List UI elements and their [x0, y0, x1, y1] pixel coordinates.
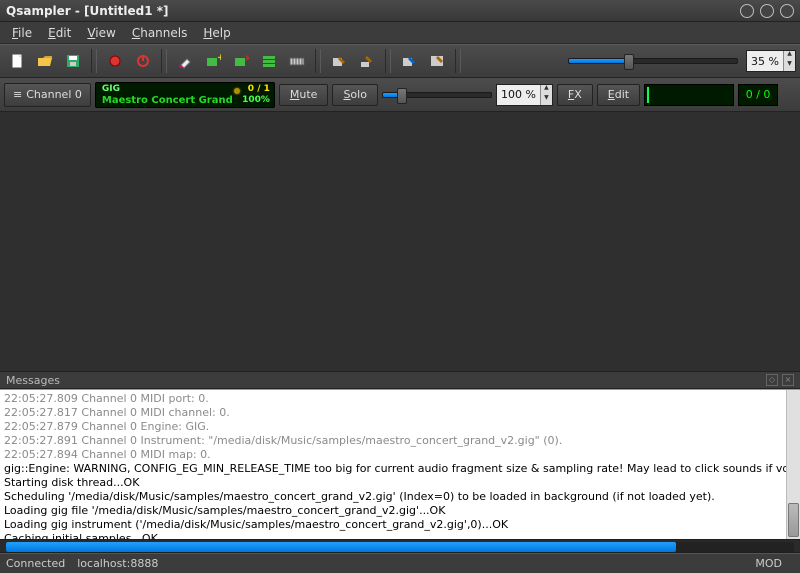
progress-area [0, 539, 800, 553]
log-line: Loading gig file '/media/disk/Music/samp… [4, 504, 796, 518]
detach-icon[interactable]: ◇ [766, 374, 778, 386]
messages-scrollbar[interactable] [786, 390, 800, 539]
status-host: localhost:8888 [77, 557, 158, 570]
menubar: File Edit View Channels Help [0, 22, 800, 44]
mute-button[interactable]: Mute [279, 84, 329, 106]
master-volume-spin[interactable]: 35 % ▲▼ [746, 50, 796, 72]
remove-channel-icon[interactable]: × [228, 48, 254, 74]
log-line: Loading gig instrument ('/media/disk/Mus… [4, 518, 796, 532]
close-panel-icon[interactable]: × [782, 374, 794, 386]
eraser-icon[interactable] [172, 48, 198, 74]
master-volume-value: 35 % [747, 55, 783, 68]
vu-meter [644, 84, 734, 106]
master-volume-slider[interactable] [568, 58, 738, 64]
channel-volume-slider[interactable] [382, 92, 492, 98]
voice-count-label: 0 / 1 [242, 84, 270, 95]
maximize-icon[interactable] [760, 4, 774, 18]
channel-volume-spin[interactable]: 100 % ▲▼ [496, 84, 553, 106]
solo-button[interactable]: Solo [332, 84, 378, 106]
spin-down-icon[interactable]: ▼ [784, 61, 795, 71]
channel-strip: ≡ Channel 0 GIG Maestro Concert Grand 0 … [0, 78, 800, 112]
record-icon[interactable] [102, 48, 128, 74]
fx-button[interactable]: FX [557, 84, 593, 106]
save-file-icon[interactable] [60, 48, 86, 74]
svg-text:×: × [244, 53, 249, 64]
spin-down-icon[interactable]: ▼ [541, 95, 552, 105]
svg-text:+: + [217, 53, 221, 63]
log-line: gig::Engine: WARNING, CONFIG_EG_MIN_RELE… [4, 462, 796, 476]
settings-2-icon[interactable] [424, 48, 450, 74]
log-line: 22:05:27.809 Channel 0 MIDI port: 0. [4, 392, 796, 406]
messages-title: Messages [6, 374, 60, 387]
menu-icon: ≡ [13, 88, 22, 101]
channel-select-button[interactable]: ≡ Channel 0 [4, 83, 91, 107]
menu-file[interactable]: File [4, 24, 40, 42]
menu-help[interactable]: Help [195, 24, 238, 42]
status-connected: Connected [6, 557, 65, 570]
log-line: Scheduling '/media/disk/Music/samples/ma… [4, 490, 796, 504]
titlebar: Qsampler - [Untitled1 *] [0, 0, 800, 22]
log-line: 22:05:27.879 Channel 0 Engine: GIG. [4, 420, 796, 434]
log-line: 22:05:27.894 Channel 0 MIDI map: 0. [4, 448, 796, 462]
channel-volume-value: 100 % [497, 88, 540, 101]
progress-bar [6, 542, 794, 552]
channel-lcd[interactable]: GIG Maestro Concert Grand 0 / 1 100% [95, 82, 275, 108]
status-bar: Connected localhost:8888 MOD [0, 553, 800, 573]
messages-header: Messages ◇ × [0, 371, 800, 389]
log-line: 22:05:27.817 Channel 0 MIDI channel: 0. [4, 406, 796, 420]
log-line: 22:05:27.891 Channel 0 Instrument: "/med… [4, 434, 796, 448]
main-toolbar: + × 35 % ▲▼ [0, 44, 800, 78]
minimize-icon[interactable] [740, 4, 754, 18]
menu-edit[interactable]: Edit [40, 24, 79, 42]
channel-name: Channel 0 [26, 88, 82, 101]
menu-channels[interactable]: Channels [124, 24, 196, 42]
log-line: Caching initial samples...OK [4, 532, 796, 539]
open-file-icon[interactable] [32, 48, 58, 74]
keyboard-icon[interactable] [284, 48, 310, 74]
channel-list-icon[interactable] [256, 48, 282, 74]
add-channel-icon[interactable]: + [200, 48, 226, 74]
spin-up-icon[interactable]: ▲ [541, 85, 552, 95]
workspace-area [0, 112, 800, 371]
activity-led-icon [234, 88, 240, 94]
log-line: Starting disk thread...OK [4, 476, 796, 490]
status-mod: MOD [755, 557, 782, 570]
settings-1-icon[interactable] [396, 48, 422, 74]
new-file-icon[interactable] [4, 48, 30, 74]
edit-button[interactable]: Edit [597, 84, 640, 106]
messages-log[interactable]: 22:05:27.809 Channel 0 MIDI port: 0. 22:… [0, 389, 800, 539]
stream-load-label: 100% [242, 95, 270, 106]
power-icon[interactable] [130, 48, 156, 74]
edit-icon[interactable] [326, 48, 352, 74]
close-icon[interactable] [780, 4, 794, 18]
edit-pencil-icon[interactable] [354, 48, 380, 74]
window-title: Qsampler - [Untitled1 *] [6, 4, 740, 18]
menu-view[interactable]: View [79, 24, 123, 42]
voice-counter: 0 / 0 [738, 84, 778, 106]
